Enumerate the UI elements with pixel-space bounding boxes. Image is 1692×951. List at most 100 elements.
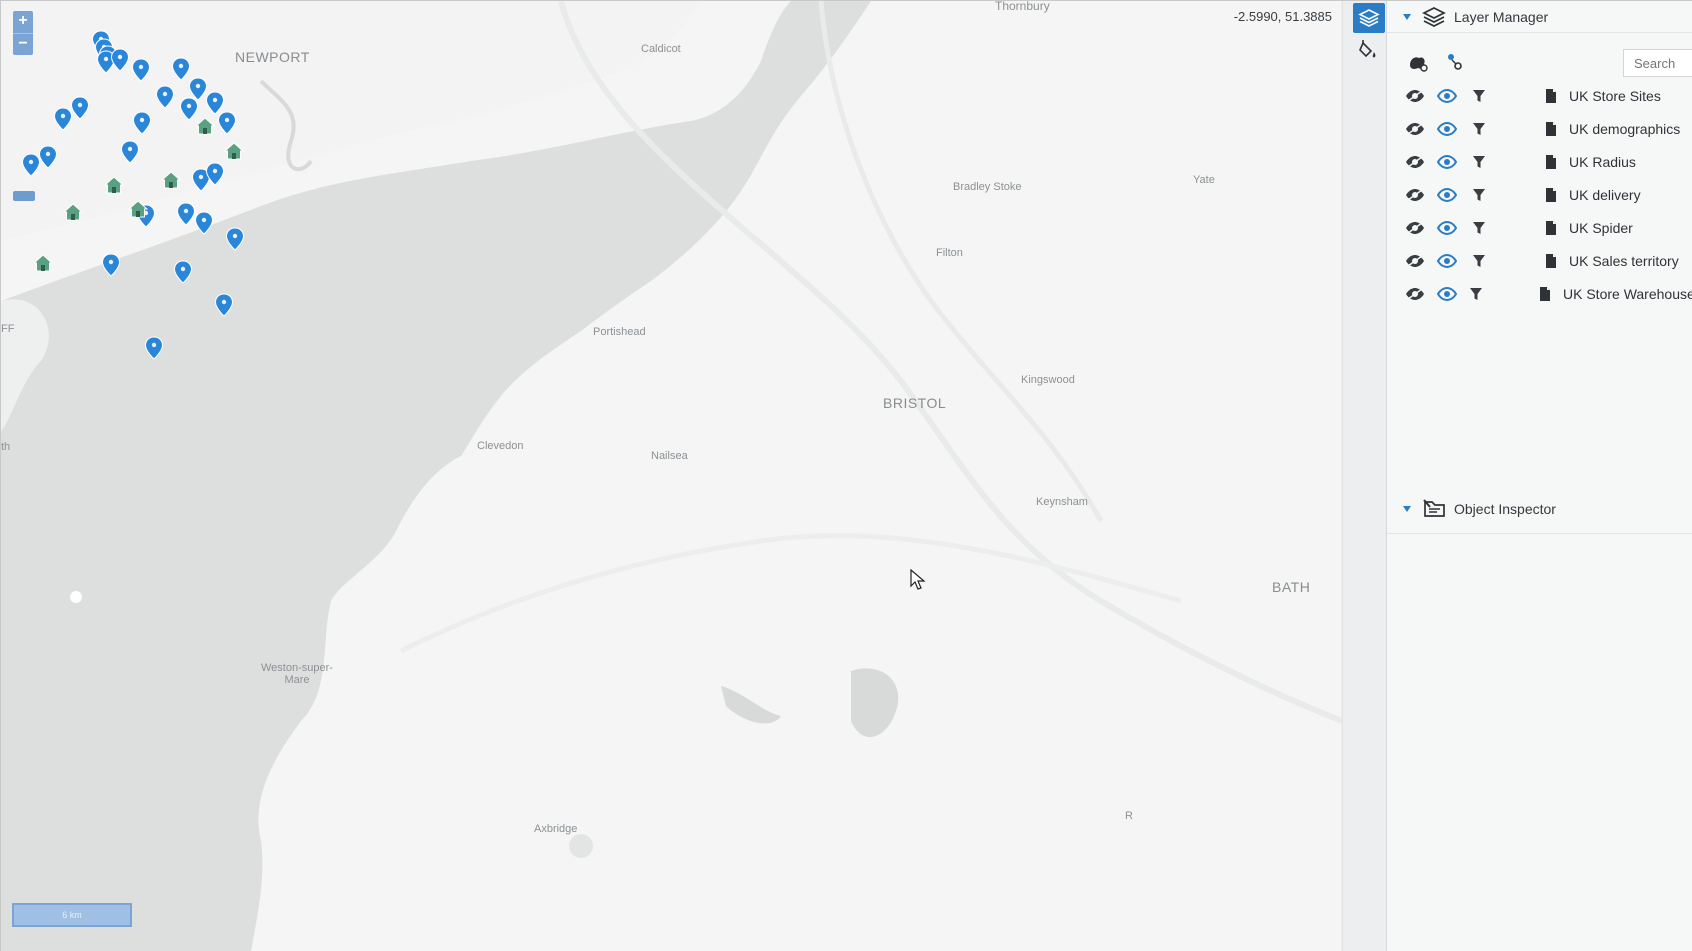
document-icon	[1545, 154, 1557, 170]
visibility-toggle-icon[interactable]	[1405, 154, 1425, 170]
visibility-toggle-icon[interactable]	[1405, 88, 1425, 104]
layer-name[interactable]: UK Radius	[1569, 154, 1636, 170]
zoom-control: + −	[13, 11, 33, 55]
filter-icon[interactable]	[1469, 187, 1489, 203]
paint-bucket-icon[interactable]	[1357, 39, 1379, 61]
inspector-icon	[1423, 498, 1445, 517]
store-site-marker-icon[interactable]	[217, 111, 237, 135]
layer-name[interactable]: UK Store Warehouse	[1563, 286, 1692, 302]
warehouse-marker-icon[interactable]	[160, 170, 181, 190]
filter-icon[interactable]	[1469, 220, 1489, 236]
scale-bar: 6 km	[12, 903, 132, 927]
chevron-down-icon[interactable]	[1402, 12, 1412, 22]
store-site-marker-icon[interactable]	[225, 227, 245, 252]
place-label: Bradley Stoke	[953, 181, 1022, 193]
map-basemap	[1, 1, 1342, 951]
layer-row[interactable]: UK Store Warehouse	[1387, 277, 1692, 310]
visibility-toggle-icon[interactable]	[1405, 121, 1425, 137]
layer-row[interactable]: UK delivery	[1387, 178, 1692, 211]
layer-row[interactable]: UK Spider	[1387, 211, 1692, 244]
store-site-marker-icon[interactable]	[205, 162, 225, 186]
place-label: Nailsea	[651, 450, 688, 462]
add-layer-icon[interactable]	[1407, 51, 1429, 73]
layer-row[interactable]: UK Radius	[1387, 145, 1692, 178]
layer-name[interactable]: UK demographics	[1569, 121, 1680, 137]
filter-icon[interactable]	[1469, 286, 1483, 302]
visibility-toggle-icon[interactable]	[1405, 253, 1425, 269]
layers-icon	[1422, 6, 1446, 27]
eye-icon[interactable]	[1437, 154, 1457, 170]
warehouse-marker-icon[interactable]	[194, 116, 215, 136]
zoom-out-button[interactable]: −	[13, 33, 33, 55]
place-label: Clevedon	[477, 440, 524, 452]
place-label: NEWPORT	[235, 49, 310, 65]
warehouse-marker-icon[interactable]	[32, 253, 53, 273]
warehouse-marker-icon[interactable]	[103, 175, 124, 195]
eye-icon[interactable]	[1437, 121, 1457, 137]
eye-icon[interactable]	[1437, 220, 1457, 236]
eye-icon[interactable]	[1437, 88, 1457, 104]
place-label: BATH	[1272, 579, 1311, 595]
layer-name[interactable]: UK Store Sites	[1569, 88, 1661, 104]
layer-row[interactable]: UK demographics	[1387, 112, 1692, 145]
store-site-marker-icon[interactable]	[214, 293, 234, 318]
filter-icon[interactable]	[1469, 121, 1489, 137]
store-site-marker-icon[interactable]	[38, 145, 58, 169]
place-label: R	[1125, 810, 1133, 822]
layer-manager-title: Layer Manager	[1454, 8, 1549, 25]
visibility-toggle-icon[interactable]	[1405, 187, 1425, 203]
filter-icon[interactable]	[1469, 88, 1489, 104]
place-label: Thornbury	[995, 1, 1050, 13]
store-site-marker-icon[interactable]	[144, 336, 164, 360]
place-label: th	[1, 441, 11, 453]
eye-icon[interactable]	[1437, 286, 1457, 302]
layer-name[interactable]: UK Sales territory	[1569, 253, 1679, 269]
layer-name[interactable]: UK delivery	[1569, 187, 1641, 203]
store-site-marker-icon[interactable]	[120, 140, 140, 164]
store-site-marker-icon[interactable]	[132, 111, 152, 135]
zoom-in-button[interactable]: +	[13, 11, 33, 33]
filter-icon[interactable]	[1469, 253, 1489, 269]
layer-search-input[interactable]	[1623, 49, 1692, 77]
store-site-marker-icon[interactable]	[131, 58, 151, 83]
layer-row[interactable]: UK Store Sites	[1387, 79, 1692, 112]
mouse-cursor-icon	[910, 569, 926, 590]
place-label: Yate	[1193, 174, 1215, 186]
layers-button[interactable]	[1353, 3, 1385, 33]
store-site-marker-icon[interactable]	[173, 260, 193, 284]
eye-icon[interactable]	[1437, 253, 1457, 269]
store-site-marker-icon[interactable]	[110, 48, 130, 72]
side-panel: Layer Manager UK Store Sites UK demograph…	[1386, 1, 1692, 951]
layer-name[interactable]: UK Spider	[1569, 220, 1633, 236]
place-label: FF	[1, 323, 15, 335]
store-site-marker-icon[interactable]	[194, 211, 214, 235]
object-inspector-header[interactable]: Object Inspector	[1387, 484, 1692, 534]
visibility-toggle-icon[interactable]	[1405, 286, 1425, 302]
layer-manager-header[interactable]: Layer Manager	[1387, 1, 1692, 33]
layer-settings-icon[interactable]	[1443, 51, 1465, 73]
store-site-marker-icon[interactable]	[70, 96, 90, 120]
place-label: Filton	[936, 247, 963, 259]
visibility-toggle-icon[interactable]	[1405, 220, 1425, 236]
place-label: Keynsham	[1036, 496, 1088, 508]
document-icon	[1545, 187, 1557, 203]
warehouse-marker-icon[interactable]	[224, 141, 245, 161]
filter-icon[interactable]	[1469, 154, 1489, 170]
eye-icon[interactable]	[1437, 187, 1457, 203]
object-inspector-title: Object Inspector	[1454, 500, 1556, 517]
layers-icon	[1358, 9, 1380, 27]
place-label: Axbridge	[534, 823, 578, 835]
place-label: Kingswood	[1021, 374, 1075, 386]
place-label: Caldicot	[641, 43, 681, 55]
chevron-down-icon[interactable]	[1402, 504, 1412, 514]
layer-row[interactable]: UK Sales territory	[1387, 244, 1692, 277]
store-site-marker-icon[interactable]	[101, 253, 121, 277]
document-icon	[1545, 121, 1557, 137]
store-site-marker-icon[interactable]	[155, 85, 175, 110]
place-label: BRISTOL	[883, 395, 947, 411]
map-view[interactable]: -2.5990, 51.3885 + − Thornbury NEWPORT Cal…	[1, 1, 1342, 951]
warehouse-marker-icon[interactable]	[63, 202, 84, 222]
warehouse-marker-icon[interactable]	[127, 199, 148, 219]
app-window: -2.5990, 51.3885 + − Thornbury NEWPORT Cal…	[0, 0, 1692, 951]
zoom-slider-handle[interactable]	[13, 191, 35, 201]
